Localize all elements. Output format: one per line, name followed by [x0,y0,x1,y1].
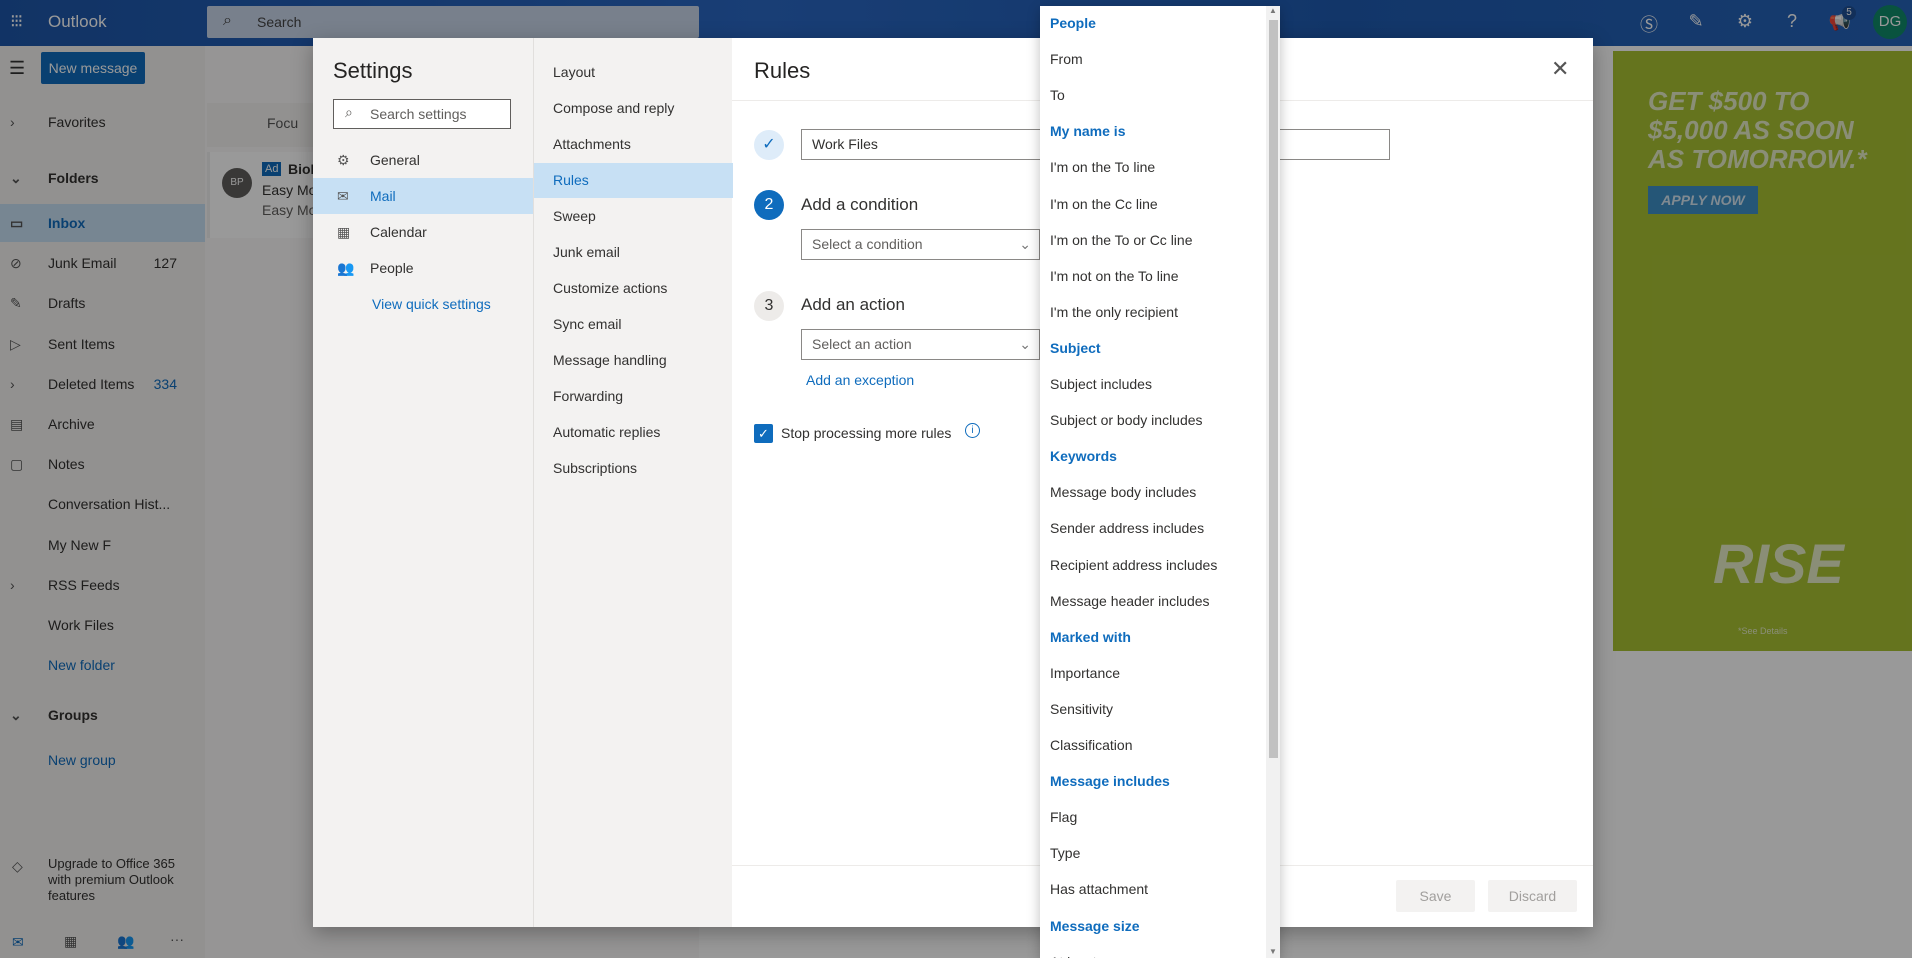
section-customize-actions[interactable]: Customize actions [534,271,733,306]
add-exception-link[interactable]: Add an exception [806,372,914,388]
view-quick-settings-link[interactable]: View quick settings [372,296,491,312]
category-label: People [370,260,414,276]
condition-dropdown: People From To My name is I'm on the To line… [1040,6,1280,958]
section-layout[interactable]: Layout [534,55,733,90]
action-select[interactable]: Select an action ⌄ [801,329,1040,360]
dropdown-option[interactable]: Message body includes [1050,474,1196,510]
add-condition-label: Add a condition [801,195,919,214]
category-mail[interactable]: ✉ Mail [313,178,533,214]
rules-title: Rules [754,58,811,83]
category-people[interactable]: 👥 People [313,250,533,286]
stop-processing-label: Stop processing more rules [781,425,952,441]
dropdown-option[interactable]: Importance [1050,655,1120,691]
chevron-down-icon: ⌄ [1019,236,1031,252]
section-rules[interactable]: Rules [534,163,733,198]
stop-processing-checkbox[interactable]: ✓ [754,424,773,443]
dropdown-group-header: People [1050,15,1096,31]
dropdown-option[interactable]: Flag [1050,799,1077,835]
dropdown-option[interactable]: Subject or body includes [1050,402,1203,438]
dropdown-option[interactable]: Message header includes [1050,583,1210,619]
settings-dialog: Settings ⌕ Search settings ⚙ General ✉ Mail ▦… [313,38,1593,927]
discard-button[interactable]: Discard [1488,880,1577,912]
dropdown-option[interactable]: Recipient address includes [1050,547,1217,583]
step-1-check-icon: ✓ [754,130,784,160]
category-calendar[interactable]: ▦ Calendar [313,214,533,250]
section-compose-and-reply[interactable]: Compose and reply [534,91,733,126]
section-message-handling[interactable]: Message handling [534,343,733,378]
chevron-down-icon: ⌄ [1019,336,1031,352]
dropdown-group-header: Subject [1050,339,1101,356]
section-junk-email[interactable]: Junk email [534,235,733,270]
add-action-label: Add an action [801,295,905,314]
search-settings-input[interactable]: ⌕ Search settings [333,99,511,129]
dropdown-group-header: Message size [1050,917,1140,934]
search-settings-placeholder: Search settings [370,106,467,122]
category-label: Mail [370,188,396,204]
dropdown-option[interactable]: Subject includes [1050,366,1152,402]
dropdown-option[interactable]: I'm on the Cc line [1050,186,1158,222]
dropdown-option[interactable]: Classification [1050,727,1132,763]
section-forwarding[interactable]: Forwarding [534,379,733,414]
scrollbar-thumb[interactable] [1269,20,1278,758]
search-icon: ⌕ [345,104,353,120]
section-sweep[interactable]: Sweep [534,199,733,234]
section-subscriptions[interactable]: Subscriptions [534,451,733,486]
calendar-icon: ▦ [337,224,351,240]
dropdown-option[interactable]: Sender address includes [1050,510,1204,546]
dropdown-option[interactable]: Has attachment [1050,871,1148,907]
info-icon[interactable]: i [965,423,980,438]
dropdown-option[interactable]: To [1050,77,1065,113]
section-sync-email[interactable]: Sync email [534,307,733,342]
section-attachments[interactable]: Attachments [534,127,733,162]
dropdown-option[interactable]: Type [1050,835,1080,871]
scroll-down-icon[interactable]: ▼ [1269,947,1277,956]
dropdown-option[interactable]: I'm on the To or Cc line [1050,222,1192,258]
close-icon[interactable]: ✕ [1551,56,1569,82]
category-general[interactable]: ⚙ General [313,142,533,178]
category-label: Calendar [370,224,427,240]
dropdown-option[interactable]: Sensitivity [1050,691,1113,727]
dropdown-option[interactable]: I'm the only recipient [1050,294,1178,330]
settings-title: Settings [333,58,413,83]
people-icon: 👥 [337,260,355,276]
section-automatic-replies[interactable]: Automatic replies [534,415,733,450]
rule-name-value: Work Files [812,136,878,152]
gear-icon: ⚙ [337,152,350,168]
settings-categories: Settings ⌕ Search settings ⚙ General ✉ Mail ▦… [313,38,533,927]
mail-icon: ✉ [337,188,349,204]
dropdown-option[interactable]: At least [1050,944,1097,958]
condition-placeholder: Select a condition [812,236,923,252]
dropdown-option[interactable]: I'm on the To line [1050,149,1155,185]
dropdown-option[interactable]: I'm not on the To line [1050,258,1179,294]
category-label: General [370,152,420,168]
action-placeholder: Select an action [812,336,912,352]
dropdown-group-header: Keywords [1050,448,1117,465]
dropdown-group-header: My name is [1050,123,1126,140]
mail-sections: Layout Compose and reply Attachments Rules S… [533,38,733,927]
dropdown-group-header: Message includes [1050,773,1170,790]
step-2-number: 2 [754,190,784,220]
dropdown-group-header: Marked with [1050,628,1131,645]
condition-select[interactable]: Select a condition ⌄ [801,229,1040,260]
step-3-number: 3 [754,291,784,321]
scroll-up-icon[interactable]: ▲ [1269,6,1277,15]
save-button[interactable]: Save [1396,880,1475,912]
dropdown-option[interactable]: From [1050,41,1083,77]
